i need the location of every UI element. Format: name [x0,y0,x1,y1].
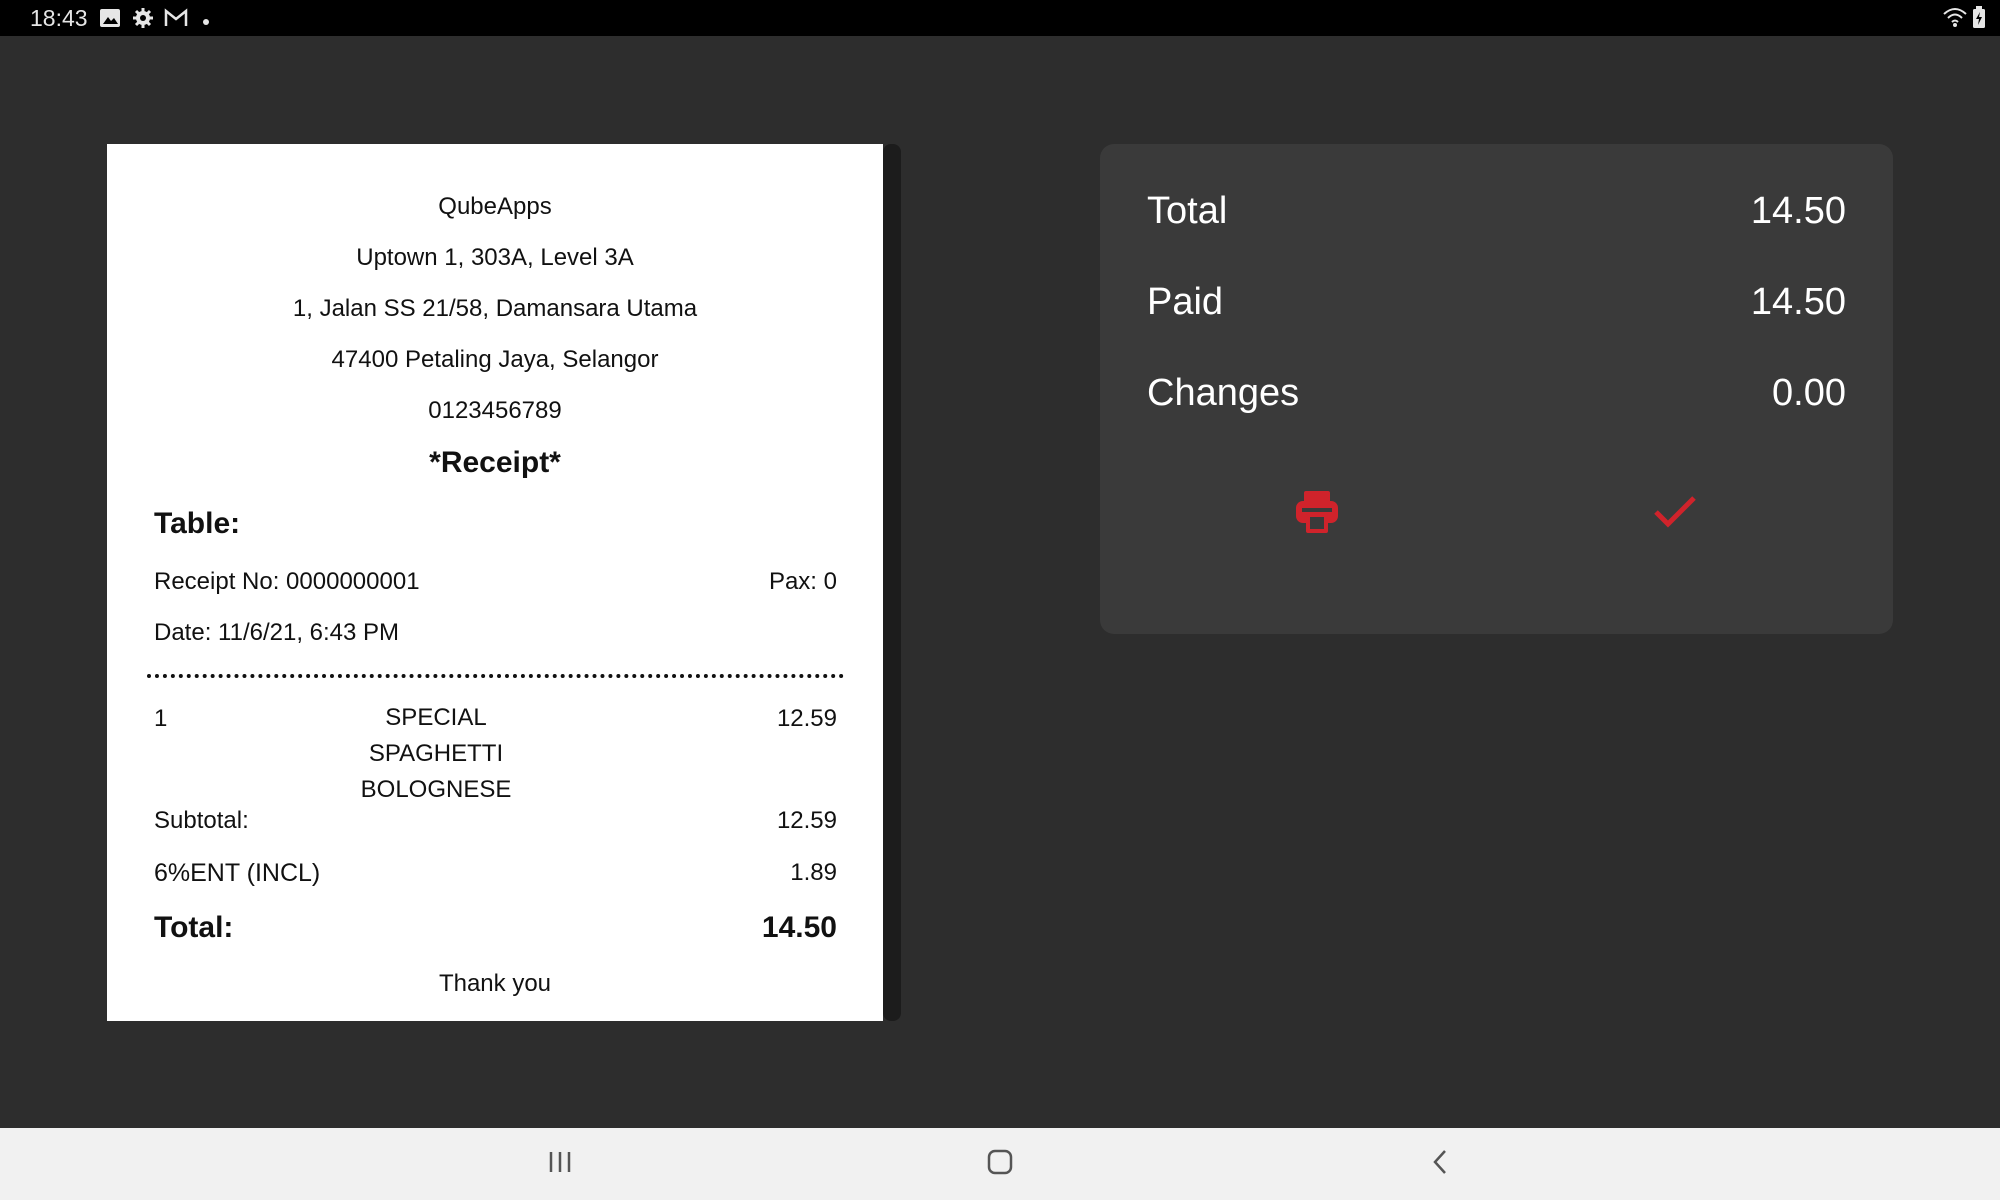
receipt-number: Receipt No: 0000000001 [154,568,420,595]
status-time: 18:43 [30,5,88,31]
navigation-bar [0,1128,2000,1200]
check-icon [1653,495,1697,534]
recent-apps-icon [547,1150,573,1179]
wifi-icon [1942,8,1972,32]
home-icon [987,1149,1013,1180]
subtotal-value: 12.59 [776,807,837,834]
payment-summary-panel: Total 14.50 Paid 14.50 Changes 0.00 [1100,144,1893,634]
payment-total-label: Total [1147,190,1228,232]
print-icon [1293,489,1341,540]
receipt-scrollbar[interactable] [883,144,901,1021]
item-name: SPECIAL SPAGHETTI BOLOGNESE [360,704,512,803]
item-amount: 12.59 [776,705,837,732]
receipt-address-line1: Uptown 1, 303A, Level 3A [356,244,634,271]
back-button[interactable] [1410,1138,1470,1190]
gear-icon [132,7,154,34]
print-button[interactable] [1277,474,1357,554]
tax-value: 1.89 [790,859,837,886]
receipt-company: QubeApps [438,193,552,220]
status-right [1942,6,1986,33]
home-button[interactable] [970,1138,1030,1190]
confirm-button[interactable] [1635,474,1715,554]
image-icon [99,7,121,34]
payment-changes-value: 0.00 [1772,372,1846,414]
back-icon [1430,1148,1450,1181]
tax-label: 6%ENT (INCL) [154,859,321,887]
item-qty: 1 [154,705,168,732]
battery-icon [1972,6,1986,32]
gmail-icon [164,7,188,34]
total-label: Total: [154,911,234,944]
receipt-phone: 0123456789 [428,397,562,424]
receipt-date: Date: 11/6/21, 6:43 PM [154,619,400,646]
receipt-divider [147,674,844,678]
status-bar: 18:43 [0,0,2000,36]
subtotal-label: Subtotal: [154,807,249,834]
receipt-title: *Receipt* [429,446,561,479]
receipt-address-line2: 1, Jalan SS 21/58, Damansara Utama [292,295,698,322]
payment-paid-label: Paid [1147,281,1224,323]
receipt-table-label: Table: [154,507,241,540]
receipt-pax: Pax: 0 [768,568,837,595]
receipt-address-line3: 47400 Petaling Jaya, Selangor [331,346,659,373]
payment-changes-label: Changes [1147,372,1300,414]
payment-total-value: 14.50 [1750,190,1846,232]
receipt-preview[interactable]: QubeApps Uptown 1, 303A, Level 3A 1, Jal… [107,144,883,1021]
receipt-footer: Thank you [438,970,552,997]
payment-paid-value: 14.50 [1750,281,1846,323]
recent-apps-button[interactable] [530,1138,590,1190]
total-value: 14.50 [761,911,837,944]
dot-icon [202,13,210,31]
